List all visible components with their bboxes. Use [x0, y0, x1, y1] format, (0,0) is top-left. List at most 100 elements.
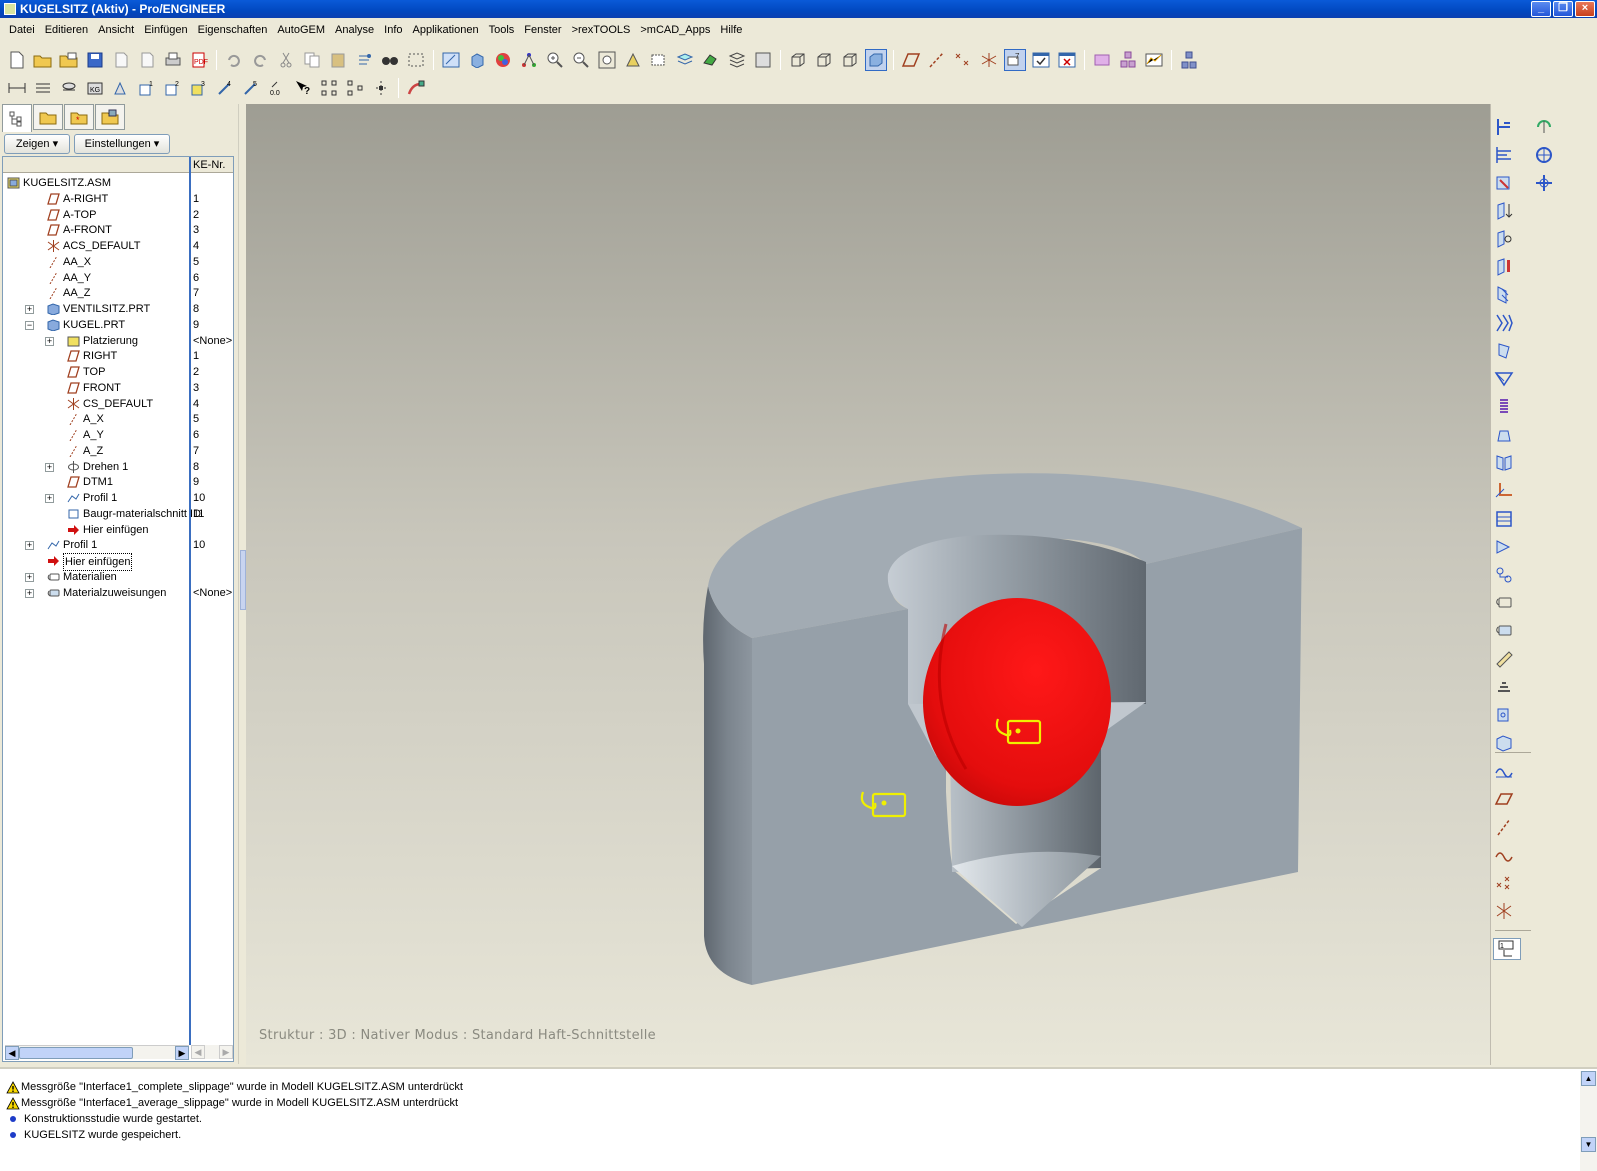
refit-icon[interactable]: [596, 49, 618, 71]
tree-item[interactable]: Hier einfügen: [3, 522, 233, 538]
annotation-toggle-icon[interactable]: 7: [1004, 49, 1026, 71]
tree-horizontal-scrollbar[interactable]: ◀ ▶: [5, 1045, 189, 1060]
menu-editieren[interactable]: Editieren: [40, 24, 93, 36]
structure-icon[interactable]: [1117, 49, 1139, 71]
hierarchy-icon[interactable]: [1178, 49, 1200, 71]
load-icon[interactable]: [1493, 172, 1515, 194]
tree-item[interactable]: AA_Y 6: [3, 270, 233, 286]
menu-ansicht[interactable]: Ansicht: [93, 24, 139, 36]
tree-item[interactable]: A_Y 6: [3, 427, 233, 443]
message-vertical-scrollbar[interactable]: ▲ ▼: [1580, 1071, 1597, 1171]
tree-item[interactable]: CS_DEFAULT 4: [3, 396, 233, 412]
tree-item[interactable]: ACS_DEFAULT 4: [3, 238, 233, 254]
scroll-right-icon[interactable]: ▶: [175, 1046, 189, 1060]
repaint-icon[interactable]: [440, 49, 462, 71]
material-orientation-icon[interactable]: [1493, 704, 1515, 726]
scroll-left-icon[interactable]: ◀: [191, 1045, 205, 1059]
contact-icon[interactable]: [1493, 620, 1515, 642]
tree-item[interactable]: Hier einfügen: [3, 553, 233, 571]
datum-points-toggle-icon[interactable]: [952, 49, 974, 71]
menu-fenster[interactable]: Fenster: [519, 24, 566, 36]
tree-item[interactable]: TOP 2: [3, 364, 233, 380]
collapse-icon[interactable]: −: [25, 320, 34, 330]
component-layout-icon[interactable]: [344, 77, 366, 99]
cut-icon[interactable]: [275, 49, 297, 71]
model-tree-display-icon[interactable]: [752, 49, 774, 71]
selection-filter-icon[interactable]: [405, 49, 427, 71]
tree-item[interactable]: A_X 5: [3, 411, 233, 427]
export-pdf-icon[interactable]: PDF: [188, 49, 210, 71]
datum-point-tool-icon[interactable]: [1493, 872, 1515, 894]
mechanism-connect-icon[interactable]: [1493, 116, 1515, 138]
tab-model-tree[interactable]: [2, 104, 32, 132]
measure-length-icon[interactable]: [32, 77, 54, 99]
tree-item[interactable]: A_Z 7: [3, 443, 233, 459]
tree-item[interactable]: RIGHT 1: [3, 348, 233, 364]
force-load-icon[interactable]: [1493, 200, 1515, 222]
datum-axis-tool-icon[interactable]: [1493, 816, 1515, 838]
shade-icon[interactable]: [466, 49, 488, 71]
scroll-thumb[interactable]: [19, 1047, 133, 1059]
context-help-icon[interactable]: ?: [292, 77, 314, 99]
menu-eigenschaften[interactable]: Eigenschaften: [193, 24, 273, 36]
tree-item[interactable]: A-RIGHT 1: [3, 191, 233, 207]
menu-mcad-apps[interactable]: >mCAD_Apps: [635, 24, 715, 36]
spin-center-icon[interactable]: [1533, 116, 1555, 138]
close-button[interactable]: ×: [1575, 1, 1595, 17]
zoom-out-icon[interactable]: [570, 49, 592, 71]
column-horizontal-scrollbar[interactable]: ◀ ▶: [191, 1045, 233, 1059]
menu-analyse[interactable]: Analyse: [330, 24, 379, 36]
appearance-icon[interactable]: [492, 49, 514, 71]
datum-curve-sketch-icon[interactable]: [1493, 760, 1515, 782]
scroll-up-icon[interactable]: ▲: [1581, 1071, 1596, 1086]
tree-item[interactable]: − KUGEL.PRT 9: [3, 317, 233, 333]
tree-item[interactable]: AA_X 5: [3, 254, 233, 270]
scroll-left-icon[interactable]: ◀: [5, 1046, 19, 1060]
measure-area-icon[interactable]: [58, 77, 80, 99]
undo-icon[interactable]: [223, 49, 245, 71]
redo-icon[interactable]: [249, 49, 271, 71]
frame-icon[interactable]: [1493, 508, 1515, 530]
coordinate-system-tool-icon[interactable]: [1493, 900, 1515, 922]
menu-rextools[interactable]: >rexTOOLS: [567, 24, 636, 36]
tree-item[interactable]: AA_Z 7: [3, 285, 233, 301]
paste-icon[interactable]: [327, 49, 349, 71]
beam-icon[interactable]: [1493, 480, 1515, 502]
mass-icon[interactable]: [1493, 424, 1515, 446]
analysis-5-icon[interactable]: 5: [240, 77, 262, 99]
tree-item[interactable]: + Materialzuweisungen <None>: [3, 585, 233, 601]
analysis-4-icon[interactable]: 4: [214, 77, 236, 99]
menu-info[interactable]: Info: [379, 24, 407, 36]
zoom-in-icon[interactable]: [544, 49, 566, 71]
weld-icon[interactable]: [1493, 536, 1515, 558]
material-icon[interactable]: [1493, 676, 1515, 698]
minimize-button[interactable]: _: [1531, 1, 1551, 17]
expand-icon[interactable]: +: [45, 494, 54, 503]
expand-icon[interactable]: +: [25, 588, 34, 598]
open-folder-icon[interactable]: [32, 49, 54, 71]
layer-stack-icon[interactable]: [726, 49, 748, 71]
constraint-icon[interactable]: [1533, 172, 1555, 194]
hidden-line-icon[interactable]: [813, 49, 835, 71]
menu-einfuegen[interactable]: Einfügen: [139, 24, 192, 36]
panel-splitter[interactable]: [238, 104, 246, 1064]
measure-ruler-icon[interactable]: [1493, 648, 1515, 670]
saved-views-icon[interactable]: [648, 49, 670, 71]
tree-item[interactable]: FRONT 3: [3, 380, 233, 396]
displacement-constraint-icon[interactable]: [1493, 368, 1515, 390]
reorient-icon[interactable]: [622, 49, 644, 71]
new-file-icon[interactable]: [6, 49, 28, 71]
csys-toggle-icon[interactable]: [978, 49, 1000, 71]
tree-item[interactable]: + Profil 1 10: [3, 537, 233, 553]
analysis-2-icon[interactable]: 2: [162, 77, 184, 99]
graphics-window[interactable]: Struktur : 3D : Nativer Modus : Standard…: [246, 104, 1490, 1065]
component-tree-icon[interactable]: [318, 77, 340, 99]
datum-plane-tool-icon[interactable]: [1493, 788, 1515, 810]
menu-applikationen[interactable]: Applikationen: [408, 24, 484, 36]
interface-tag-icon[interactable]: [1493, 592, 1515, 614]
measure-distance-icon[interactable]: [6, 77, 28, 99]
surface-region-icon[interactable]: [1493, 340, 1515, 362]
expand-icon[interactable]: +: [25, 305, 34, 314]
mesh-icon[interactable]: [1091, 49, 1113, 71]
mass-properties-icon[interactable]: KG: [84, 77, 106, 99]
